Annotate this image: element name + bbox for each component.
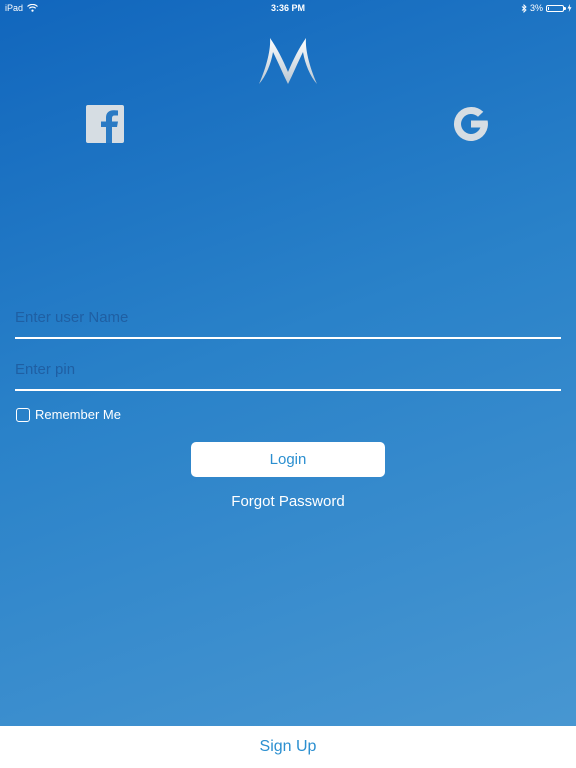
signup-button[interactable]: Sign Up: [260, 738, 317, 756]
username-input[interactable]: [15, 303, 561, 339]
remember-me-checkbox[interactable]: [16, 407, 30, 422]
pin-input[interactable]: [15, 355, 561, 391]
m-logo-icon: [259, 38, 317, 84]
login-button[interactable]: Login: [191, 442, 385, 477]
google-icon[interactable]: [451, 104, 491, 144]
battery-percent: 3%: [529, 3, 543, 13]
status-right: 3%: [521, 3, 572, 13]
remember-me-label: Remember Me: [35, 407, 121, 422]
battery-icon: [546, 4, 566, 12]
bluetooth-icon: [521, 3, 527, 13]
charging-bolt-icon: [567, 4, 572, 12]
facebook-icon[interactable]: [86, 105, 124, 143]
signup-bar: Sign Up: [0, 726, 576, 768]
remember-me-toggle[interactable]: Remember Me: [16, 407, 121, 422]
battery-fill: [548, 6, 549, 10]
status-bar: iPad 3:36 PM 3%: [0, 0, 576, 16]
forgot-password-link[interactable]: Forgot Password: [0, 493, 576, 510]
status-time: 3:36 PM: [270, 3, 305, 13]
